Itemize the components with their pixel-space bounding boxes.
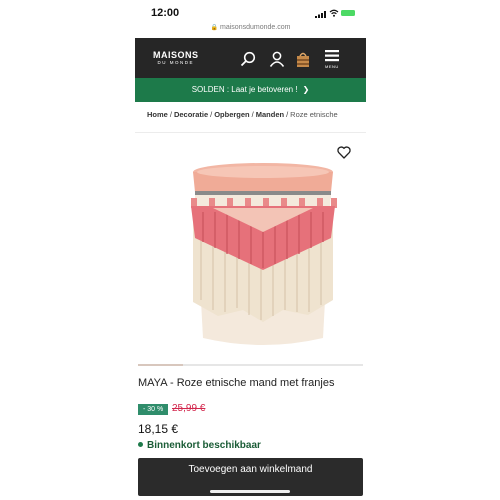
breadcrumb-separator: / bbox=[210, 110, 213, 119]
site-header: MAISONS DU MONDE MENU bbox=[135, 38, 366, 78]
status-bar: 12:00 bbox=[135, 0, 366, 24]
gallery-progress-fill bbox=[138, 364, 183, 366]
breadcrumb-separator: / bbox=[286, 110, 289, 119]
availability-status: Binnenkort beschikbaar bbox=[138, 440, 261, 451]
search-icon[interactable] bbox=[240, 51, 256, 67]
wifi-icon bbox=[329, 9, 339, 17]
product-image[interactable] bbox=[183, 160, 343, 355]
breadcrumb-item-decoratie[interactable]: Decoratie bbox=[174, 110, 208, 119]
heart-icon[interactable] bbox=[337, 146, 351, 159]
chevron-right-icon: ❯ bbox=[302, 85, 310, 94]
breadcrumb-item-opbergen[interactable]: Opbergen bbox=[214, 110, 249, 119]
discount-badge: - 30 % bbox=[138, 404, 169, 415]
menu-label: MENU bbox=[325, 64, 339, 69]
breadcrumb-separator: / bbox=[169, 110, 172, 119]
gallery-progress[interactable] bbox=[138, 364, 363, 366]
account-icon[interactable] bbox=[269, 51, 285, 67]
breadcrumb: Home / Decoratie / Opbergen / Manden / Roze etni… bbox=[147, 110, 366, 122]
lock-icon: 🔒 bbox=[210, 25, 219, 31]
address-bar[interactable]: 🔒 maisonsdumonde.com bbox=[135, 24, 366, 31]
menu-icon[interactable] bbox=[325, 50, 339, 62]
promo-banner[interactable]: SOLDEN : Laat je betoveren ! ❯ bbox=[135, 78, 366, 102]
breadcrumb-item-home[interactable]: Home bbox=[147, 110, 168, 119]
divider bbox=[135, 132, 366, 133]
home-indicator bbox=[210, 490, 290, 493]
phone-screen: 12:00 🔒 maisonsdumonde.com MAISONS DU MON… bbox=[135, 0, 366, 500]
basket-icon[interactable] bbox=[295, 51, 311, 68]
logo[interactable]: MAISONS DU MONDE bbox=[153, 51, 199, 66]
promo-text: SOLDEN : Laat je betoveren ! bbox=[191, 85, 298, 94]
product-title: MAYA - Roze etnische mand met franjes bbox=[138, 377, 335, 389]
battery-icon bbox=[341, 10, 355, 16]
old-price: 25,99 € bbox=[172, 403, 206, 414]
breadcrumb-item-manden[interactable]: Manden bbox=[256, 110, 284, 119]
breadcrumb-current: Roze etnische bbox=[290, 110, 338, 119]
breadcrumb-fade bbox=[342, 108, 366, 124]
status-dot-icon bbox=[138, 441, 143, 447]
availability-text: Binnenkort beschikbaar bbox=[147, 440, 261, 451]
current-price: 18,15 € bbox=[138, 422, 179, 436]
logo-line2: DU MONDE bbox=[157, 60, 194, 65]
signal-icon bbox=[315, 11, 326, 18]
add-to-cart-label: Toevoegen aan winkelmand bbox=[188, 464, 313, 475]
breadcrumb-separator: / bbox=[251, 110, 254, 119]
status-time: 12:00 bbox=[151, 7, 180, 19]
url-text: maisonsdumonde.com bbox=[220, 24, 291, 31]
logo-line1: MAISONS bbox=[153, 50, 199, 60]
